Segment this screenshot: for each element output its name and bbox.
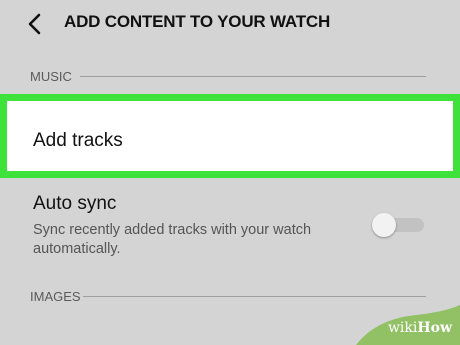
auto-sync-description: Sync recently added tracks with your wat…: [33, 222, 312, 257]
auto-sync-toggle[interactable]: [372, 213, 424, 237]
wikihow-watermark: wikiHow: [356, 305, 460, 345]
app-header: ADD CONTENT TO YOUR WATCH: [0, 0, 460, 48]
auto-sync-setting[interactable]: Auto sync Sync recently added tracks wit…: [0, 186, 460, 270]
watermark-wiki: wiki: [387, 320, 418, 336]
section-label-music: MUSIC: [30, 68, 72, 84]
auto-sync-title: Auto sync: [33, 193, 117, 214]
page-title: ADD CONTENT TO YOUR WATCH: [64, 12, 331, 31]
section-label-images: IMAGES: [30, 288, 81, 304]
watermark-text: wikiHow: [388, 320, 452, 336]
section-header-images: IMAGES: [30, 288, 426, 304]
back-button[interactable]: [22, 10, 50, 38]
add-tracks-label: Add tracks: [33, 130, 123, 151]
chevron-left-icon: [28, 13, 41, 35]
add-tracks-button[interactable]: Add tracks: [0, 94, 460, 178]
section-divider: [79, 75, 426, 77]
watermark-how: How: [417, 320, 452, 336]
section-header-music: MUSIC: [30, 68, 426, 84]
section-divider: [82, 295, 426, 297]
toggle-knob: [372, 213, 396, 237]
